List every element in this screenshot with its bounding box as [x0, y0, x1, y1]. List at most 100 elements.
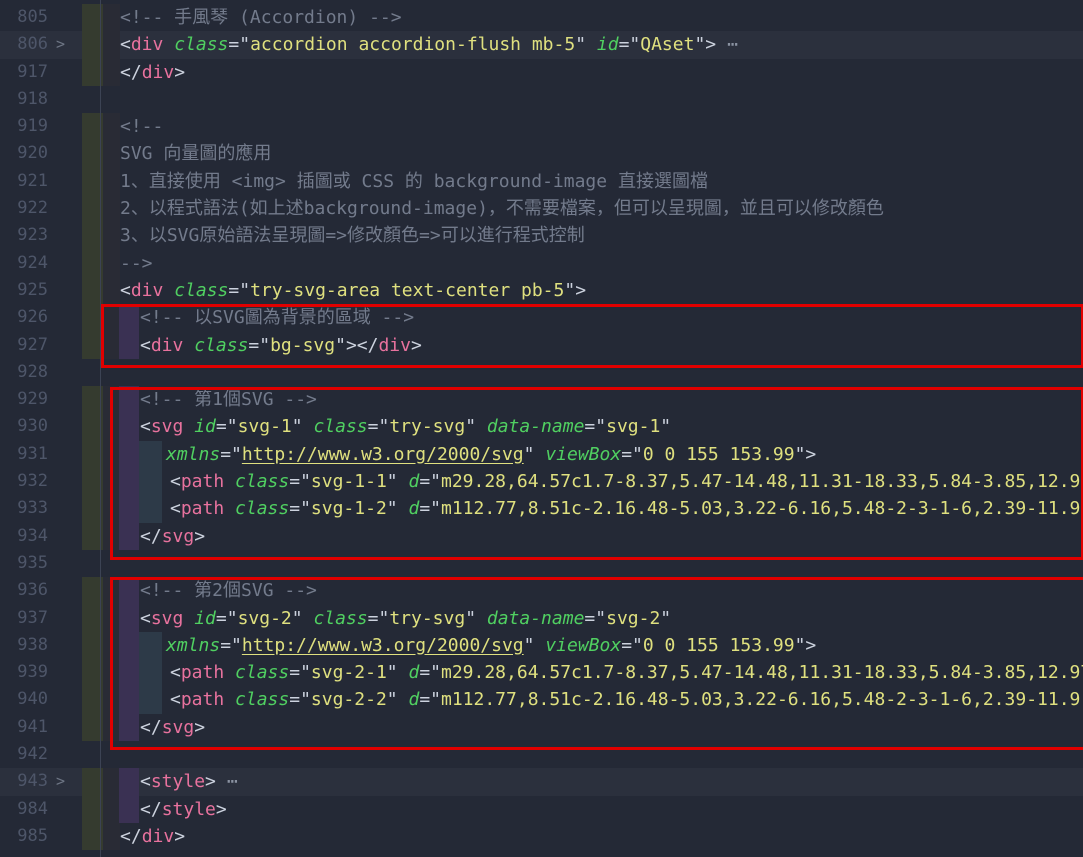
- line-number[interactable]: 926: [0, 304, 48, 331]
- code-text[interactable]: </style>: [140, 796, 227, 823]
- code-line[interactable]: 918: [0, 86, 1083, 113]
- code-text[interactable]: <!-- 手風琴 (Accordion) -->: [120, 4, 402, 31]
- code-text[interactable]: <path class="svg-1-2" d="m112.77,8.51c-2…: [170, 495, 1083, 522]
- code-line[interactable]: 936 <!-- 第2個SVG -->: [0, 577, 1083, 604]
- code-text[interactable]: xmlns="http://www.w3.org/2000/svg" viewB…: [166, 441, 816, 468]
- code-line[interactable]: 917 </div>: [0, 59, 1083, 86]
- fold-chevron-icon[interactable]: >: [56, 31, 65, 58]
- indent-band: [103, 168, 120, 195]
- line-number[interactable]: 932: [0, 468, 48, 495]
- line-number[interactable]: 917: [0, 59, 48, 86]
- line-number[interactable]: 939: [0, 659, 48, 686]
- code-text[interactable]: xmlns="http://www.w3.org/2000/svg" viewB…: [166, 632, 816, 659]
- line-number[interactable]: 929: [0, 386, 48, 413]
- code-line[interactable]: 940 <path class="svg-2-2" d="m112.77,8.51…: [0, 686, 1083, 713]
- code-token: path: [181, 662, 224, 683]
- line-number[interactable]: 985: [0, 823, 48, 850]
- code-line[interactable]: 932 <path class="svg-1-1" d="m29.28,64.57…: [0, 468, 1083, 495]
- line-number[interactable]: 919: [0, 113, 48, 140]
- line-number[interactable]: 934: [0, 523, 48, 550]
- code-text[interactable]: <path class="svg-2-1" d="m29.28,64.57c1.…: [170, 659, 1083, 686]
- code-line[interactable]: 924 -->: [0, 250, 1083, 277]
- code-text[interactable]: 2、以程式語法(如上述background-image)，不需要檔案，但可以呈現…: [120, 195, 884, 222]
- code-text[interactable]: <!--: [120, 113, 163, 140]
- line-number[interactable]: 943: [0, 768, 48, 795]
- line-number[interactable]: 940: [0, 686, 48, 713]
- line-number[interactable]: 924: [0, 250, 48, 277]
- code-text[interactable]: <div class="bg-svg"></div>: [140, 332, 422, 359]
- code-lines-container: 805 <!-- 手風琴 (Accordion) --> 806 > <div clas…: [0, 4, 1083, 850]
- indent-band: [103, 659, 120, 686]
- line-number[interactable]: 920: [0, 140, 48, 167]
- line-number[interactable]: 805: [0, 4, 48, 31]
- code-line[interactable]: 985 </div>: [0, 823, 1083, 850]
- code-text[interactable]: </svg>: [140, 523, 205, 550]
- fold-chevron-icon[interactable]: >: [56, 768, 65, 795]
- line-number[interactable]: 923: [0, 222, 48, 249]
- line-number[interactable]: 938: [0, 632, 48, 659]
- code-text[interactable]: <div class="try-svg-area text-center pb-…: [120, 277, 586, 304]
- code-line[interactable]: 939 <path class="svg-2-1" d="m29.28,64.57…: [0, 659, 1083, 686]
- code-line[interactable]: 805 <!-- 手風琴 (Accordion) -->: [0, 4, 1083, 31]
- code-line[interactable]: 927 <div class="bg-svg"></div>: [0, 332, 1083, 359]
- code-line[interactable]: 926 <!-- 以SVG圖為背景的區域 -->: [0, 304, 1083, 331]
- line-number[interactable]: 925: [0, 277, 48, 304]
- code-text[interactable]: <div class="accordion accordion-flush mb…: [120, 31, 739, 58]
- code-line[interactable]: 933 <path class="svg-1-2" d="m112.77,8.51…: [0, 495, 1083, 522]
- code-text[interactable]: </div>: [120, 59, 185, 86]
- code-line[interactable]: 929 <!-- 第1個SVG -->: [0, 386, 1083, 413]
- line-number[interactable]: 933: [0, 495, 48, 522]
- code-line[interactable]: 934 </svg>: [0, 523, 1083, 550]
- indent-band: [103, 577, 120, 604]
- code-text[interactable]: <svg id="svg-2" class="try-svg" data-nam…: [140, 605, 671, 632]
- code-line[interactable]: 943 > <style>⋯: [0, 768, 1083, 795]
- code-text[interactable]: <svg id="svg-1" class="try-svg" data-nam…: [140, 413, 671, 440]
- line-number[interactable]: 928: [0, 359, 48, 386]
- code-line[interactable]: 920 SVG 向量圖的應用: [0, 140, 1083, 167]
- code-line[interactable]: 984 </style>: [0, 796, 1083, 823]
- code-line[interactable]: 941 </svg>: [0, 714, 1083, 741]
- line-number[interactable]: 918: [0, 86, 48, 113]
- code-text[interactable]: </svg>: [140, 714, 205, 741]
- code-token: try-svg-area text-center pb-5: [250, 280, 564, 301]
- line-number[interactable]: 930: [0, 413, 48, 440]
- code-line[interactable]: 930 <svg id="svg-1" class="try-svg" data-…: [0, 413, 1083, 440]
- line-number[interactable]: 941: [0, 714, 48, 741]
- code-line[interactable]: 923 3、以SVG原始語法呈現圖=>修改顏色=>可以進行程式控制: [0, 222, 1083, 249]
- code-text[interactable]: <!-- 第2個SVG -->: [140, 577, 317, 604]
- code-text[interactable]: 1、直接使用 <img> 插圖或 CSS 的 background-image …: [120, 168, 708, 195]
- code-line[interactable]: 937 <svg id="svg-2" class="try-svg" data-…: [0, 605, 1083, 632]
- code-line[interactable]: 928: [0, 359, 1083, 386]
- code-line[interactable]: 919 <!--: [0, 113, 1083, 140]
- code-text[interactable]: <!-- 以SVG圖為背景的區域 -->: [140, 304, 414, 331]
- code-text[interactable]: 3、以SVG原始語法呈現圖=>修改顏色=>可以進行程式控制: [120, 222, 585, 249]
- code-text[interactable]: -->: [120, 250, 153, 277]
- code-line[interactable]: 922 2、以程式語法(如上述background-image)，不需要檔案，但可…: [0, 195, 1083, 222]
- code-token: ">: [564, 280, 586, 301]
- folded-code-ellipsis[interactable]: ⋯: [216, 771, 239, 792]
- line-number[interactable]: 922: [0, 195, 48, 222]
- code-text[interactable]: <style>⋯: [140, 768, 239, 795]
- folded-code-ellipsis[interactable]: ⋯: [716, 34, 739, 55]
- line-number[interactable]: 935: [0, 550, 48, 577]
- code-text[interactable]: </div>: [120, 823, 185, 850]
- line-number[interactable]: 927: [0, 332, 48, 359]
- line-number[interactable]: 806: [0, 31, 48, 58]
- line-number[interactable]: 942: [0, 741, 48, 768]
- code-line[interactable]: 806 > <div class="accordion accordion-flus…: [0, 31, 1083, 58]
- code-line[interactable]: 925 <div class="try-svg-area text-center …: [0, 277, 1083, 304]
- code-line[interactable]: 935: [0, 550, 1083, 577]
- code-text[interactable]: <!-- 第1個SVG -->: [140, 386, 317, 413]
- code-text[interactable]: <path class="svg-2-2" d="m112.77,8.51c-2…: [170, 686, 1083, 713]
- code-text[interactable]: SVG 向量圖的應用: [120, 140, 271, 167]
- code-line[interactable]: 931 xmlns="http://www.w3.org/2000/svg" vi…: [0, 441, 1083, 468]
- code-line[interactable]: 942: [0, 741, 1083, 768]
- line-number[interactable]: 937: [0, 605, 48, 632]
- line-number[interactable]: 984: [0, 796, 48, 823]
- line-number[interactable]: 936: [0, 577, 48, 604]
- line-number[interactable]: 921: [0, 168, 48, 195]
- code-line[interactable]: 938 xmlns="http://www.w3.org/2000/svg" vi…: [0, 632, 1083, 659]
- code-line[interactable]: 921 1、直接使用 <img> 插圖或 CSS 的 background-ima…: [0, 168, 1083, 195]
- line-number[interactable]: 931: [0, 441, 48, 468]
- code-text[interactable]: <path class="svg-1-1" d="m29.28,64.57c1.…: [170, 468, 1083, 495]
